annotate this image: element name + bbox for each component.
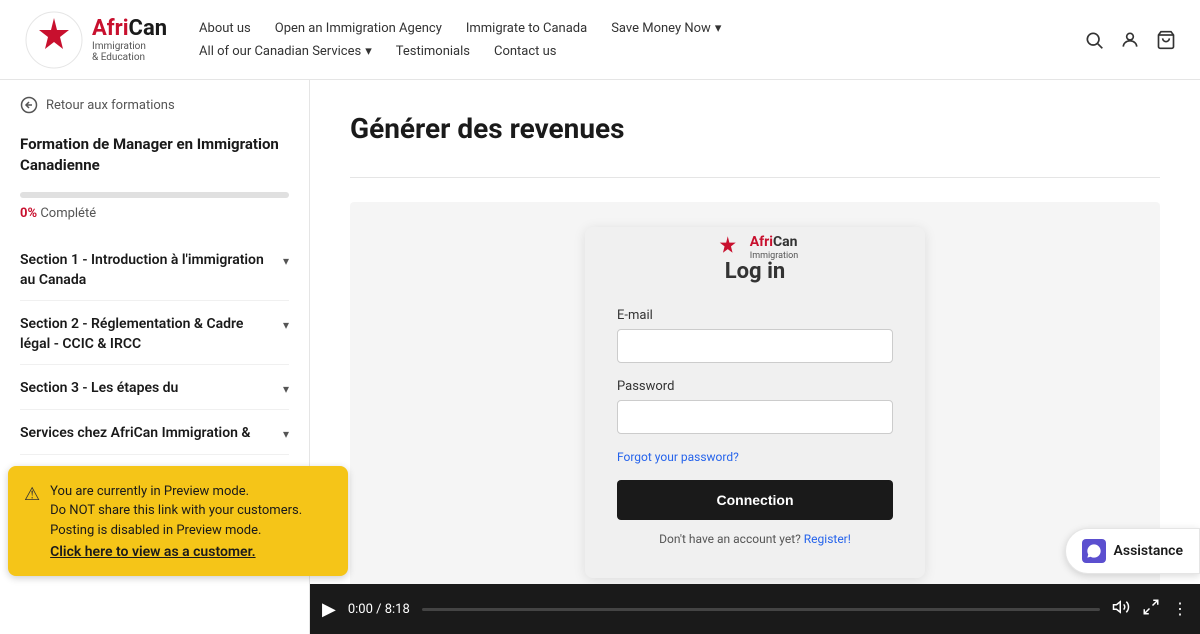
- chevron-down-icon: ▾: [283, 254, 289, 268]
- login-card: Log in E-mail Password Forgot your passw…: [585, 227, 925, 578]
- preview-banner: ⚠ You are currently in Preview mode. Do …: [8, 466, 348, 577]
- preview-view-as-customer-link[interactable]: Click here to view as a customer.: [50, 544, 302, 560]
- video-progress-bar[interactable]: [422, 608, 1100, 611]
- chat-icon: [1082, 539, 1106, 563]
- section-2[interactable]: Section 2 - Réglementation & Cadre légal…: [20, 305, 289, 365]
- assistance-label: Assistance: [1114, 543, 1183, 559]
- sidebar-back-button[interactable]: Retour aux formations: [20, 96, 289, 114]
- logo-icon: [24, 10, 84, 70]
- nav-contact[interactable]: Contact us: [494, 44, 557, 59]
- section-3[interactable]: Section 3 - Les étapes du ▾: [20, 369, 289, 410]
- person-icon: [1120, 30, 1140, 50]
- fullscreen-icon: [1142, 598, 1160, 616]
- cart-icon: [1156, 30, 1176, 50]
- header-nav: About us Open an Immigration Agency Immi…: [199, 21, 721, 59]
- progress-text: 0% Complété: [20, 206, 289, 221]
- forgot-password-link[interactable]: Forgot your password?: [617, 450, 893, 464]
- connection-button[interactable]: Connection: [617, 480, 893, 520]
- email-label: E-mail: [617, 308, 893, 323]
- nav-save-money[interactable]: Save Money Now ▾: [611, 21, 721, 36]
- page-title: Générer des revenues: [350, 112, 1160, 145]
- logo[interactable]: AfriCan Immigration & Education: [24, 10, 167, 70]
- logo-text: AfriCan Immigration & Education: [92, 16, 167, 63]
- nav-row2: All of our Canadian Services ▾ Testimoni…: [199, 44, 721, 59]
- email-input[interactable]: [617, 329, 893, 363]
- search-icon: [1084, 30, 1104, 50]
- nav-row1: About us Open an Immigration Agency Immi…: [199, 21, 721, 36]
- chevron-down-icon: ▾: [283, 427, 289, 441]
- divider: [350, 177, 1160, 178]
- cart-button[interactable]: [1156, 30, 1176, 50]
- nav-canadian-services[interactable]: All of our Canadian Services ▾: [199, 44, 372, 59]
- register-text: Don't have an account yet? Register!: [617, 532, 893, 546]
- chevron-down-icon: ▾: [365, 44, 372, 59]
- video-controls-right: ⋮: [1112, 598, 1188, 621]
- email-form-group: E-mail: [617, 308, 893, 363]
- progress-bar-container: [20, 192, 289, 198]
- header-icons: [1084, 30, 1176, 50]
- password-input[interactable]: [617, 400, 893, 434]
- section-1[interactable]: Section 1 - Introduction à l'immigration…: [20, 241, 289, 301]
- back-icon: [20, 96, 38, 114]
- video-volume-button[interactable]: [1112, 598, 1130, 621]
- nav-about[interactable]: About us: [199, 21, 251, 36]
- search-button[interactable]: [1084, 30, 1104, 50]
- chevron-down-icon: ▾: [283, 382, 289, 396]
- preview-banner-text: You are currently in Preview mode. Do NO…: [50, 482, 302, 561]
- account-button[interactable]: [1120, 30, 1140, 50]
- nav-open-agency[interactable]: Open an Immigration Agency: [275, 21, 442, 36]
- password-label: Password: [617, 379, 893, 394]
- chevron-down-icon: ▾: [283, 318, 289, 332]
- video-fullscreen-button[interactable]: [1142, 598, 1160, 621]
- course-title: Formation de Manager en Immigration Cana…: [20, 134, 289, 176]
- warning-icon: ⚠: [24, 484, 40, 505]
- register-link[interactable]: Register!: [804, 532, 851, 546]
- video-play-button[interactable]: ▶: [322, 599, 336, 620]
- assistance-button[interactable]: Assistance: [1065, 528, 1200, 574]
- video-time: 0:00 / 8:18: [348, 602, 410, 617]
- african-logo-small: AfriCan Immigration: [712, 232, 798, 264]
- video-more-button[interactable]: ⋮: [1172, 599, 1188, 619]
- content-area: AfriCan Immigration Log in E-mail Passwo…: [350, 202, 1160, 602]
- password-form-group: Password: [617, 379, 893, 434]
- header: AfriCan Immigration & Education About us…: [0, 0, 1200, 80]
- chevron-down-icon: ▾: [715, 21, 722, 36]
- nav-testimonials[interactable]: Testimonials: [396, 44, 470, 59]
- nav-immigrate[interactable]: Immigrate to Canada: [466, 21, 587, 36]
- section-4[interactable]: Services chez AfriCan Immigration & ▾: [20, 414, 289, 455]
- volume-icon: [1112, 598, 1130, 616]
- video-bar: ▶ 0:00 / 8:18 ⋮: [310, 584, 1200, 634]
